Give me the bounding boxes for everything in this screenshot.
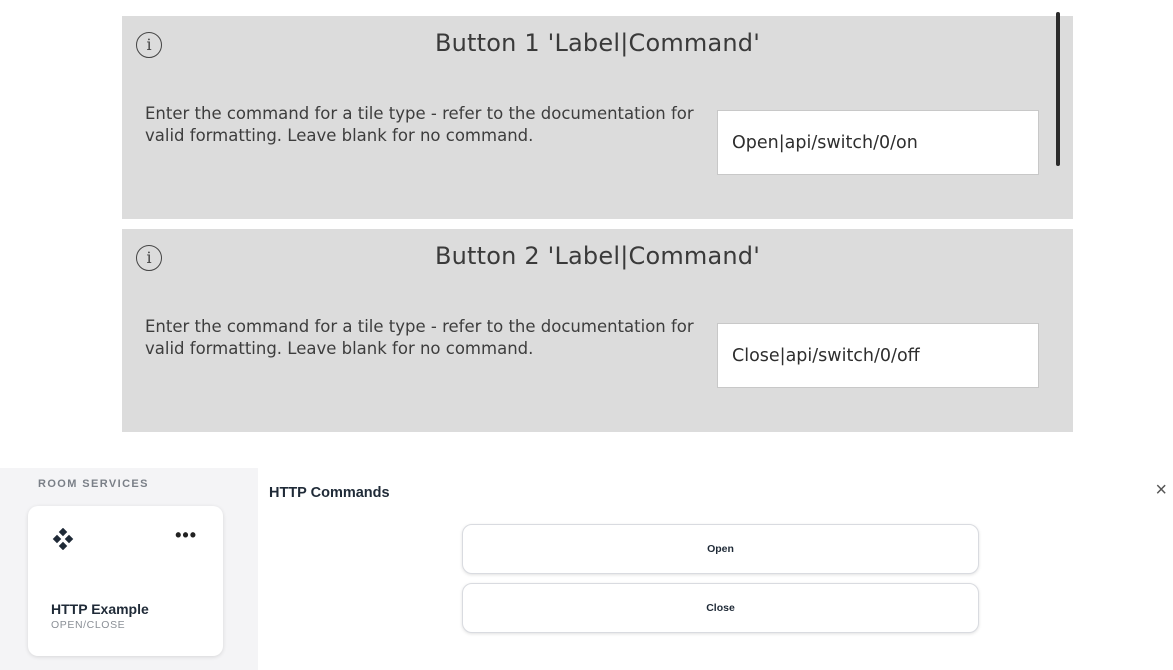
close-icon[interactable]: × <box>1155 480 1167 500</box>
panel-title: Button 2 'Label|Command' <box>434 242 761 270</box>
section-label: ROOM SERVICES <box>38 478 149 490</box>
button-1-command-input[interactable] <box>717 110 1039 175</box>
tile-subtitle: OPEN/CLOSE <box>51 619 126 631</box>
button-2-command-input[interactable] <box>717 323 1039 388</box>
scrollbar-thumb[interactable] <box>1056 12 1060 166</box>
http-example-tile[interactable]: ••• HTTP Example OPEN/CLOSE <box>28 506 223 656</box>
http-commands-modal: HTTP Commands × Open Close <box>258 468 1173 670</box>
more-options-icon[interactable]: ••• <box>175 526 197 544</box>
tile-name: HTTP Example <box>51 601 149 617</box>
config-area: i Button 1 'Label|Command' Enter the com… <box>122 16 1073 442</box>
panel-title: Button 1 'Label|Command' <box>434 29 761 57</box>
diamond-grid-icon <box>52 528 74 550</box>
panel-description: Enter the command for a tile type - refe… <box>145 104 694 145</box>
open-button[interactable]: Open <box>462 524 979 574</box>
config-panel-button-1: i Button 1 'Label|Command' Enter the com… <box>122 16 1073 219</box>
modal-title: HTTP Commands <box>269 485 390 501</box>
config-panel-button-2: i Button 2 'Label|Command' Enter the com… <box>122 229 1073 432</box>
panel-description: Enter the command for a tile type - refe… <box>145 317 694 358</box>
close-button[interactable]: Close <box>462 583 979 633</box>
